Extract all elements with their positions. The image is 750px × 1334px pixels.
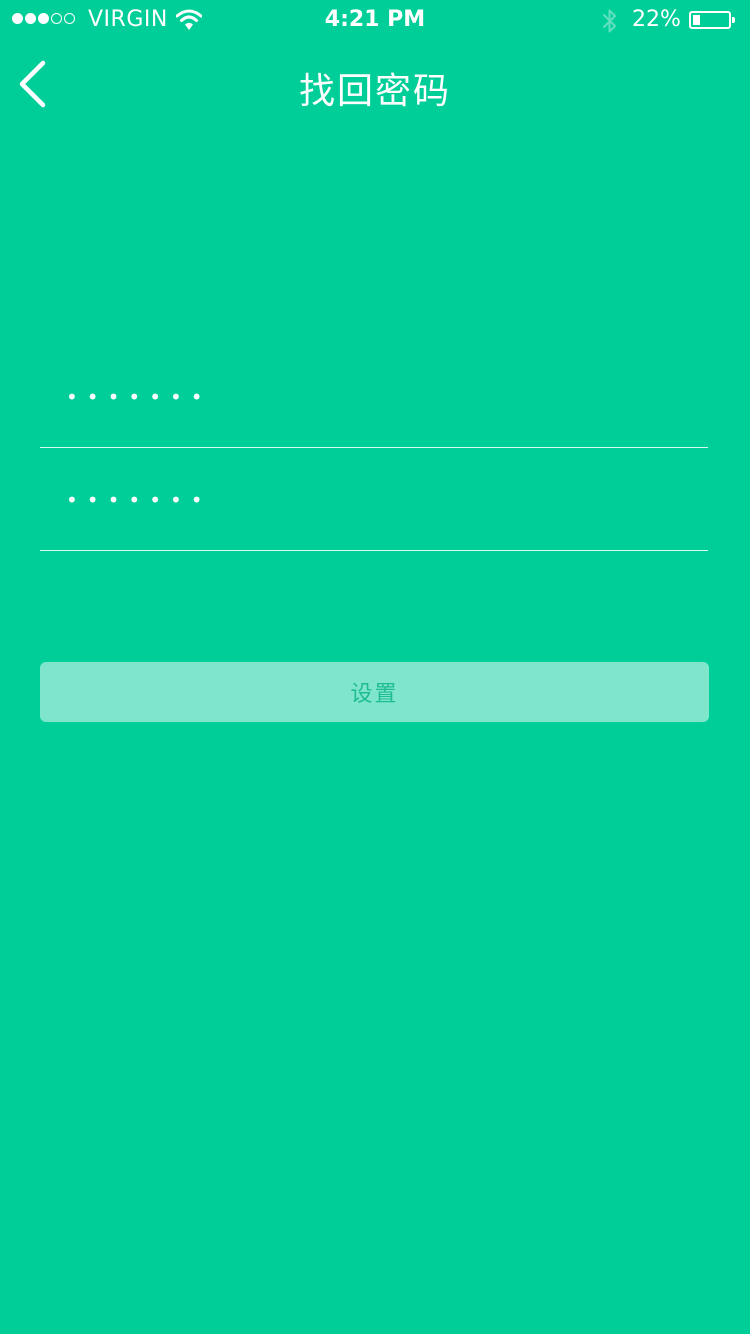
new-password-row [40,348,708,448]
battery-terminal [732,17,735,23]
battery-icon [689,11,735,29]
navigation-bar: 找回密码 [0,40,750,128]
status-bar: VIRGIN 4:21 PM 22% [0,0,750,40]
page-title: 找回密码 [298,71,451,112]
battery-level [693,15,700,25]
confirm-password-row [40,451,708,551]
confirm-password-input[interactable] [64,473,688,527]
battery-percentage: 22% [632,7,681,32]
set-password-button[interactable]: 设置 [40,662,709,722]
new-password-input[interactable] [64,370,688,424]
bluetooth-icon [601,8,619,38]
